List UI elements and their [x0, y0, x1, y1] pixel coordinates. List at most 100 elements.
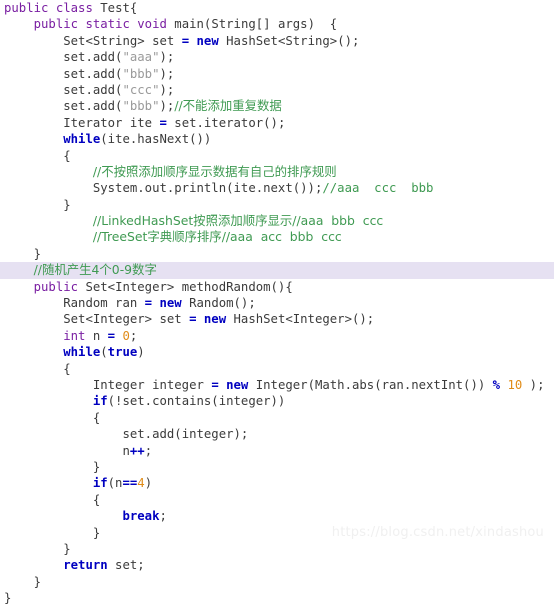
code-token: //不能添加重复数据: [174, 98, 282, 114]
code-token: Integer(Math.abs(ran.nextInt()): [248, 377, 493, 392]
code-line[interactable]: Iterator ite = set.iterator();: [0, 115, 554, 131]
code-line[interactable]: System.out.println(ite.next());//aaa ccc…: [0, 180, 554, 196]
code-line[interactable]: //随机产生4个0-9数字: [0, 262, 554, 279]
code-token: 4: [137, 476, 145, 491]
code-token: new: [196, 33, 219, 48]
code-token: //随机产生4个0-9数字: [33, 262, 157, 278]
code-line[interactable]: {: [0, 148, 554, 164]
code-token: //LinkedHashSet按照添加顺序显示//aaa bbb ccc: [92, 213, 384, 229]
code-line[interactable]: }: [0, 590, 554, 606]
code-line[interactable]: public static void main(String[] args) {: [0, 16, 554, 32]
code-line[interactable]: int n = 0;: [0, 328, 554, 344]
code-line[interactable]: set.add("ccc");: [0, 82, 554, 98]
code-token: {: [63, 148, 71, 163]
code-token: set.add(: [63, 82, 123, 97]
code-token: =: [181, 33, 190, 48]
code-line[interactable]: {: [0, 410, 554, 426]
code-line[interactable]: while(true): [0, 344, 554, 360]
code-line[interactable]: set.add("bbb");: [0, 66, 554, 82]
code-line[interactable]: }: [0, 574, 554, 590]
code-line[interactable]: if(n==4): [0, 475, 554, 491]
code-token: set.add(integer);: [122, 427, 249, 442]
code-token: Set<Integer> set: [63, 312, 190, 327]
code-token: ++: [129, 443, 145, 458]
code-viewer[interactable]: public class Test{ public static void ma…: [0, 0, 554, 605]
code-token: ): [144, 476, 153, 491]
code-line[interactable]: }: [0, 246, 554, 262]
code-token: //aaa ccc bbb: [322, 181, 434, 196]
code-token: HashSet<Integer>();: [226, 312, 375, 327]
code-line[interactable]: if(!set.contains(integer)): [0, 393, 554, 409]
code-line[interactable]: n++;: [0, 443, 554, 459]
code-token: n: [122, 443, 130, 458]
code-token: "ccc": [122, 82, 160, 97]
code-token: ): [137, 345, 145, 360]
code-token: }: [92, 459, 101, 474]
code-token: (: [100, 345, 108, 360]
code-token: Set<String> set: [63, 33, 182, 48]
code-token: set.add(: [63, 66, 123, 81]
code-token: }: [63, 197, 71, 212]
code-line[interactable]: return set;: [0, 557, 554, 573]
code-token: Random ran: [63, 296, 145, 311]
code-line[interactable]: set.add(integer);: [0, 426, 554, 442]
code-line[interactable]: }: [0, 541, 554, 557]
code-token: );: [522, 377, 545, 392]
code-token: (ite.hasNext()): [100, 132, 212, 147]
code-token: 10: [507, 377, 523, 392]
code-token: (!set.contains(integer)): [107, 394, 286, 409]
code-line[interactable]: {: [0, 492, 554, 508]
code-token: {: [63, 361, 71, 376]
code-line[interactable]: set.add("bbb");//不能添加重复数据: [0, 98, 554, 114]
code-token: set;: [107, 558, 145, 573]
code-token: {: [92, 492, 101, 507]
code-line[interactable]: Integer integer = new Integer(Math.abs(r…: [0, 377, 554, 393]
code-token: return: [63, 558, 108, 573]
code-line[interactable]: //TreeSet字典顺序排序//aaa acc bbb ccc: [0, 229, 554, 245]
code-line[interactable]: Set<Integer> set = new HashSet<Integer>(…: [0, 311, 554, 327]
code-token: while: [63, 132, 101, 147]
code-token: =: [144, 296, 153, 311]
code-token: public: [33, 279, 79, 294]
code-line[interactable]: while(ite.hasNext()): [0, 131, 554, 147]
code-line[interactable]: break;: [0, 508, 554, 524]
code-token: class: [55, 1, 93, 15]
code-token: n: [85, 328, 108, 343]
code-line[interactable]: public Set<Integer> methodRandom(){: [0, 279, 554, 295]
code-line[interactable]: //LinkedHashSet按照添加顺序显示//aaa bbb ccc: [0, 213, 554, 229]
code-line[interactable]: {: [0, 361, 554, 377]
code-line[interactable]: set.add("aaa");: [0, 49, 554, 65]
code-token: Test{: [92, 1, 138, 15]
code-line[interactable]: }: [0, 197, 554, 213]
code-token: Integer integer: [92, 377, 212, 392]
code-body[interactable]: public class Test{ public static void ma…: [0, 0, 554, 606]
code-line[interactable]: Random ran = new Random();: [0, 295, 554, 311]
code-line[interactable]: }: [0, 459, 554, 475]
code-token: if: [92, 394, 108, 409]
code-token: void: [137, 17, 167, 32]
code-line[interactable]: Set<String> set = new HashSet<String>();: [0, 33, 554, 49]
code-token: =: [211, 377, 219, 392]
code-token: ==: [122, 476, 138, 491]
code-token: }: [33, 574, 42, 589]
code-line[interactable]: //不按照添加顺序显示数据有自己的排序规则: [0, 164, 554, 180]
code-line[interactable]: public class Test{: [0, 0, 554, 16]
